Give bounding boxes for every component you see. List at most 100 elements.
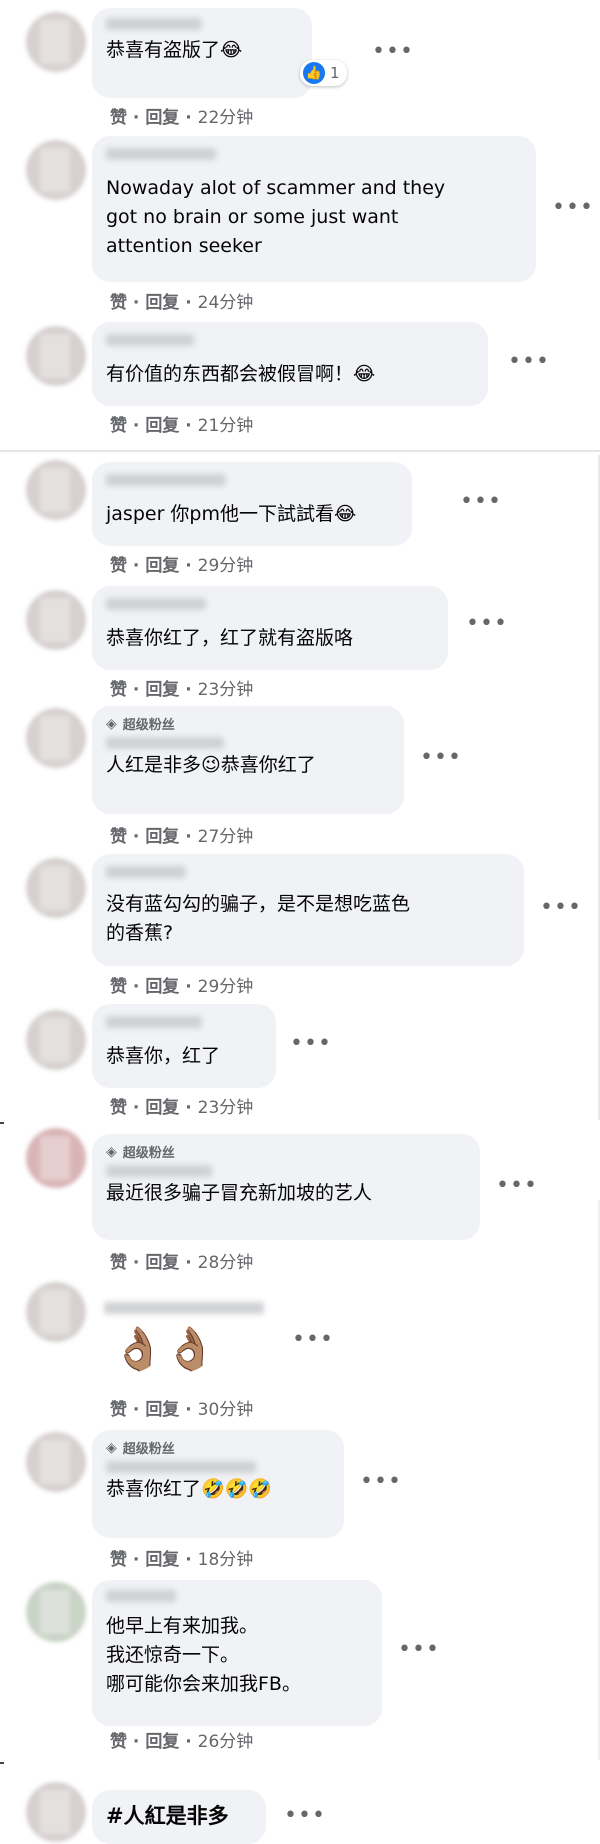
commenter-name[interactable] [106, 598, 206, 610]
comment-bubble: jasper 你pm他一下試試看😂 [92, 462, 412, 546]
more-options-button[interactable]: ••• [460, 491, 501, 516]
more-options-button[interactable]: ••• [420, 747, 461, 772]
comment-text: 恭喜你红了🤣🤣🤣 [106, 1478, 272, 1500]
reply-button[interactable]: 回复 [145, 1732, 179, 1752]
avatar[interactable] [26, 1010, 86, 1070]
reply-button[interactable]: 回复 [145, 977, 179, 997]
more-options-button[interactable]: ••• [466, 613, 507, 638]
like-button[interactable]: 赞 [110, 1098, 127, 1118]
commenter-name[interactable] [106, 474, 226, 486]
commenter-name[interactable] [106, 18, 202, 30]
more-options-button[interactable]: ••• [552, 197, 593, 222]
commenter-name[interactable] [106, 334, 194, 346]
comment-actions: 赞 · 回复 · 24分钟 [110, 293, 254, 313]
comment-text: jasper 你pm他一下試試看😂 [106, 503, 357, 525]
like-button[interactable]: 赞 [110, 556, 127, 576]
comment-time[interactable]: 29分钟 [198, 977, 254, 997]
comment-bubble: ◈ 超级粉丝 恭喜你红了🤣🤣🤣 [92, 1430, 344, 1538]
like-button[interactable]: 赞 [110, 293, 127, 313]
comment-bubble: 恭喜你，红了 [92, 1004, 276, 1088]
screenshot-seam [0, 450, 600, 452]
avatar[interactable] [26, 1782, 86, 1842]
commenter-name[interactable] [106, 1016, 202, 1028]
reply-button[interactable]: 回复 [145, 416, 179, 436]
more-options-button[interactable]: ••• [508, 351, 549, 376]
diamond-icon: ◈ [106, 1143, 117, 1160]
commenter-name[interactable] [106, 1165, 212, 1177]
reply-button[interactable]: 回复 [145, 556, 179, 576]
comment-time[interactable]: 21分钟 [198, 416, 254, 436]
avatar[interactable] [26, 1128, 86, 1188]
reply-button[interactable]: 回复 [145, 293, 179, 313]
super-fan-badge[interactable]: ◈ 超级粉丝 [106, 1438, 330, 1458]
comment-time[interactable]: 28分钟 [198, 1253, 254, 1273]
avatar[interactable] [26, 1432, 86, 1492]
reply-button[interactable]: 回复 [145, 680, 179, 700]
like-button[interactable]: 赞 [110, 416, 127, 436]
more-options-button[interactable]: ••• [292, 1329, 333, 1354]
super-fan-badge[interactable]: ◈ 超级粉丝 [106, 714, 390, 734]
more-options-button[interactable]: ••• [290, 1033, 331, 1058]
like-button[interactable]: 赞 [110, 827, 127, 847]
super-fan-badge[interactable]: ◈ 超级粉丝 [106, 1142, 466, 1162]
comment-time[interactable]: 24分钟 [198, 293, 254, 313]
commenter-name[interactable] [106, 866, 186, 878]
commenter-name[interactable] [104, 1302, 264, 1314]
avatar[interactable] [26, 590, 86, 650]
avatar[interactable] [26, 858, 86, 918]
avatar[interactable] [26, 326, 86, 386]
avatar[interactable] [26, 708, 86, 768]
comment-time[interactable]: 23分钟 [198, 1098, 254, 1118]
comment-text: #人紅是非多 [106, 1804, 229, 1828]
comment-actions: 赞 · 回复 · 28分钟 [110, 1253, 254, 1273]
comment-bubble: Nowaday alot of scammer and they got no … [92, 136, 536, 282]
reply-button[interactable]: 回复 [145, 1550, 179, 1570]
like-button[interactable]: 赞 [110, 680, 127, 700]
comment-time[interactable]: 29分钟 [198, 556, 254, 576]
comment-time[interactable]: 18分钟 [198, 1550, 254, 1570]
comment-bubble: 他早上有来加我。 我还惊奇一下。 哪可能你会来加我FB。 [92, 1580, 382, 1726]
avatar[interactable] [26, 140, 86, 200]
more-options-button[interactable]: ••• [398, 1639, 439, 1664]
comment-time[interactable]: 23分钟 [198, 680, 254, 700]
more-options-button[interactable]: ••• [372, 41, 413, 66]
comment-text: 有价值的东西都会被假冒啊！😂 [106, 363, 376, 385]
comment-actions: 赞 · 回复 · 27分钟 [110, 827, 254, 847]
more-options-button[interactable]: ••• [360, 1471, 401, 1496]
comment-text: 最近很多骗子冒充新加坡的艺人 [106, 1182, 373, 1204]
commenter-name[interactable] [106, 1461, 256, 1473]
more-options-button[interactable]: ••• [540, 897, 581, 922]
comment-time[interactable]: 26分钟 [198, 1732, 254, 1752]
commenter-name[interactable] [106, 737, 224, 749]
reaction-badge[interactable]: 👍 1 [300, 60, 347, 86]
avatar[interactable] [26, 1582, 86, 1642]
comment-time[interactable]: 22分钟 [198, 108, 254, 128]
comment-text: 恭喜你红了，红了就有盗版咯 [106, 627, 354, 649]
comment-bubble: 没有蓝勾勾的骗子，是不是想吃蓝色 的香蕉? [92, 854, 524, 966]
like-button[interactable]: 赞 [110, 1550, 127, 1570]
more-options-button[interactable]: ••• [284, 1805, 325, 1830]
avatar[interactable] [26, 1282, 86, 1342]
more-options-button[interactable]: ••• [496, 1175, 537, 1200]
like-button[interactable]: 赞 [110, 1732, 127, 1752]
comment-time[interactable]: 27分钟 [198, 827, 254, 847]
comment-text: 恭喜你，红了 [106, 1045, 221, 1067]
like-button[interactable]: 赞 [110, 1400, 127, 1420]
like-button[interactable]: 赞 [110, 108, 127, 128]
reply-button[interactable]: 回复 [145, 827, 179, 847]
comment-bubble: 有价值的东西都会被假冒啊！😂 [92, 322, 488, 406]
avatar[interactable] [26, 460, 86, 520]
reply-button[interactable]: 回复 [145, 1400, 179, 1420]
comment-time[interactable]: 30分钟 [198, 1400, 254, 1420]
commenter-name[interactable] [106, 1590, 176, 1602]
reply-button[interactable]: 回复 [145, 108, 179, 128]
comment-actions: 赞 · 回复 · 18分钟 [110, 1550, 254, 1570]
commenter-name[interactable] [106, 148, 216, 160]
reply-button[interactable]: 回复 [145, 1098, 179, 1118]
avatar[interactable] [26, 12, 86, 72]
like-button[interactable]: 赞 [110, 1253, 127, 1273]
comment-actions: 赞 · 回复 · 29分钟 [110, 977, 254, 997]
diamond-icon: ◈ [106, 1439, 117, 1456]
reply-button[interactable]: 回复 [145, 1253, 179, 1273]
like-button[interactable]: 赞 [110, 977, 127, 997]
